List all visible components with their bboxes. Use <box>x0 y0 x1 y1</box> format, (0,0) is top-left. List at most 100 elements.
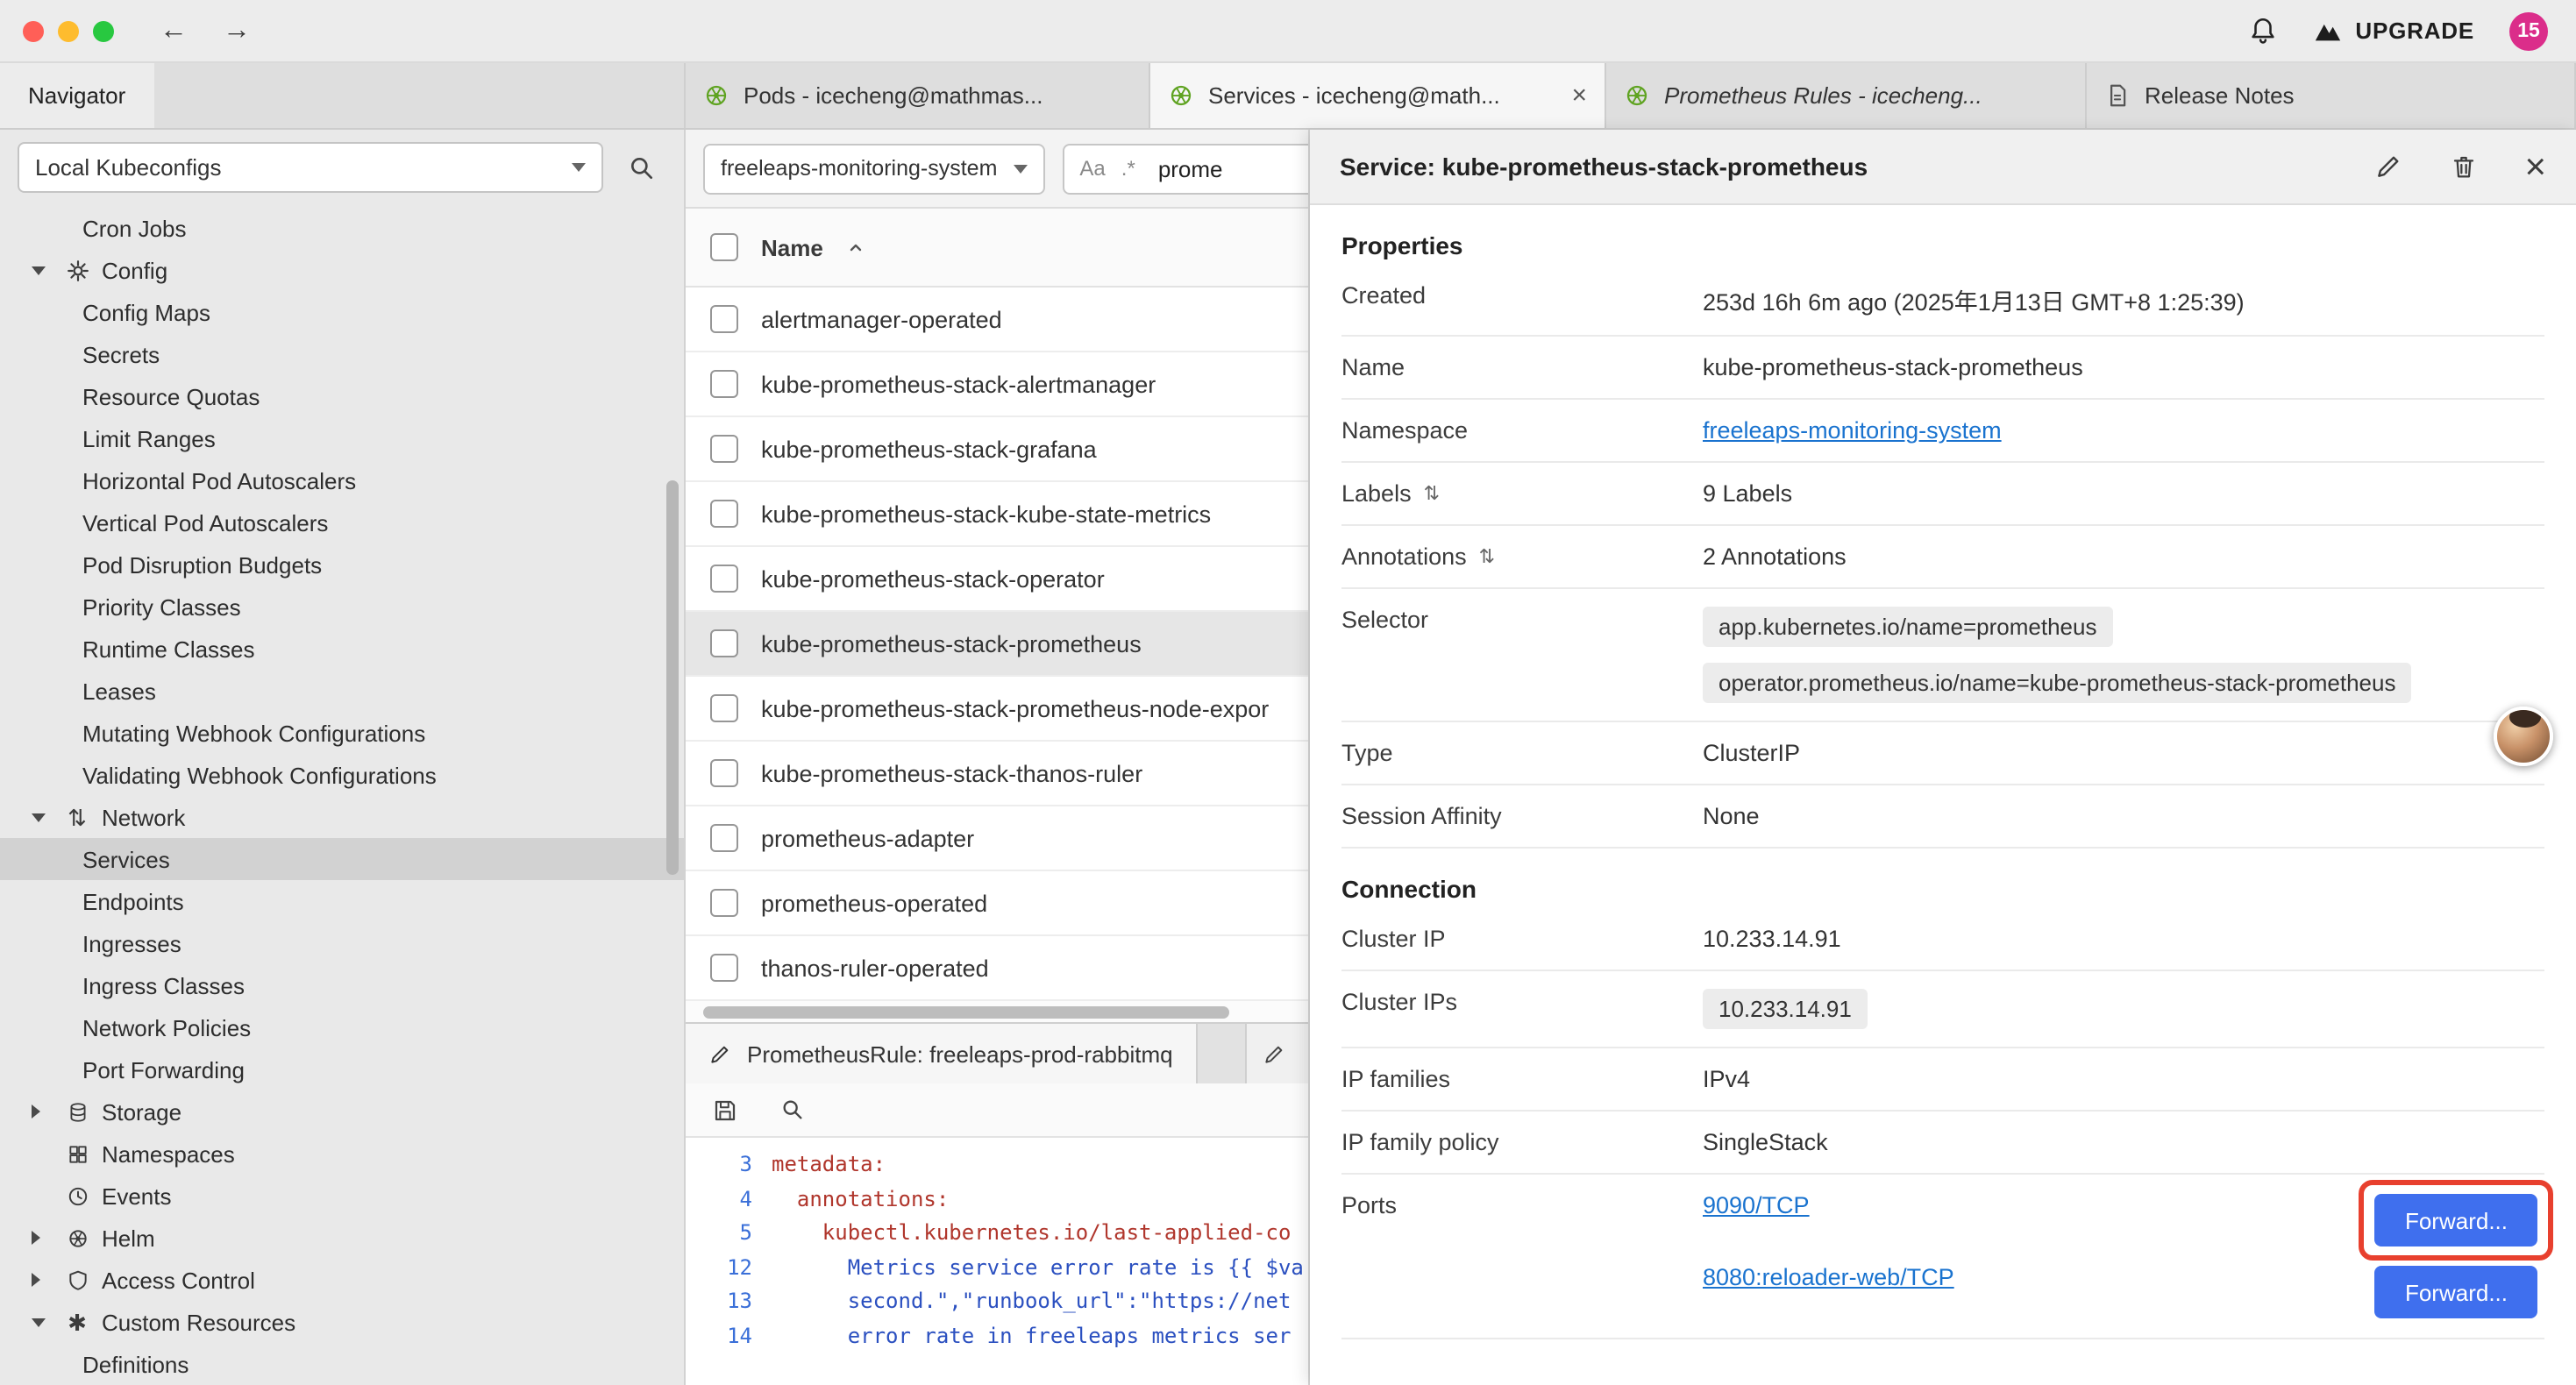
sidebar-item-endpoints[interactable]: Endpoints <box>0 880 684 922</box>
table-row[interactable]: kube-prometheus-stack-operator <box>686 547 1308 612</box>
sidebar-item-events[interactable]: Events <box>0 1175 684 1217</box>
forward-button[interactable]: Forward... <box>2375 1194 2537 1246</box>
table-row[interactable]: prometheus-operated <box>686 871 1308 936</box>
row-checkbox[interactable] <box>710 694 738 722</box>
namespace-select[interactable]: freeleaps-monitoring-system <box>703 143 1044 194</box>
trash-icon[interactable] <box>2449 153 2477 181</box>
property-row-annotations: Annotations ⇅ 2 Annotations <box>1341 526 2544 589</box>
maximize-window-button[interactable] <box>93 20 114 41</box>
sidebar-item-ingress-classes[interactable]: Ingress Classes <box>0 964 684 1006</box>
table-row[interactable]: kube-prometheus-stack-kube-state-metrics <box>686 482 1308 547</box>
table-row[interactable]: kube-prometheus-stack-prometheus-node-ex… <box>686 677 1308 742</box>
expand-toggle-icon[interactable]: ⇅ <box>1479 545 1495 568</box>
drawer-body: Properties Created 253d 16h 6m ago (2025… <box>1310 205 2576 1385</box>
forward-button[interactable]: Forward... <box>2375 1266 2537 1318</box>
bell-icon[interactable] <box>2248 16 2278 46</box>
row-checkbox[interactable] <box>710 889 738 917</box>
match-case-toggle[interactable]: Aa <box>1079 156 1105 181</box>
magnifier-icon[interactable] <box>780 1097 805 1122</box>
floppy-disk-icon[interactable] <box>712 1097 738 1123</box>
sidebar-item-services[interactable]: Services <box>0 838 684 880</box>
row-checkbox[interactable] <box>710 824 738 852</box>
regex-toggle[interactable]: .* <box>1121 156 1135 181</box>
dock-toolbar <box>686 1083 1308 1138</box>
search-query: prome <box>1158 155 1223 181</box>
row-checkbox[interactable] <box>710 759 738 787</box>
table-row[interactable]: kube-prometheus-stack-grafana <box>686 417 1308 482</box>
expand-toggle-icon[interactable]: ⇅ <box>1424 482 1440 505</box>
column-name[interactable]: Name <box>761 234 823 260</box>
sidebar-item-resource-quotas[interactable]: Resource Quotas <box>0 375 684 417</box>
minimize-window-button[interactable] <box>58 20 79 41</box>
upgrade-button[interactable]: UPGRADE <box>2313 16 2474 46</box>
tab-services[interactable]: Services - icecheng@math... × <box>1150 63 1606 128</box>
table-row[interactable]: kube-prometheus-stack-alertmanager <box>686 352 1308 417</box>
document-icon <box>2104 82 2131 109</box>
sidebar-scrollbar[interactable] <box>666 480 679 875</box>
row-checkbox[interactable] <box>710 500 738 528</box>
sidebar-item-ingresses[interactable]: Ingresses <box>0 922 684 964</box>
close-icon[interactable]: × <box>2524 148 2546 185</box>
avatar[interactable] <box>2494 707 2553 766</box>
sidebar-item-runtime-classes[interactable]: Runtime Classes <box>0 628 684 670</box>
database-icon <box>60 1100 95 1123</box>
sidebar-item-secrets[interactable]: Secrets <box>0 333 684 375</box>
sidebar-item-config-maps[interactable]: Config Maps <box>0 291 684 333</box>
search-input[interactable]: Aa .* prome <box>1062 143 1310 194</box>
select-all-checkbox[interactable] <box>710 233 738 261</box>
sidebar-item-storage[interactable]: Storage <box>0 1090 684 1133</box>
sidebar-item-port-forwarding[interactable]: Port Forwarding <box>0 1048 684 1090</box>
table-row-selected[interactable]: kube-prometheus-stack-prometheus <box>686 612 1308 677</box>
sidebar-item-config[interactable]: Config <box>0 249 684 291</box>
sidebar-item-limit-ranges[interactable]: Limit Ranges <box>0 417 684 459</box>
kubeconfig-select[interactable]: Local Kubeconfigs <box>18 142 603 193</box>
grid-icon <box>60 1142 95 1165</box>
sidebar-item-namespaces[interactable]: Namespaces <box>0 1133 684 1175</box>
sidebar-item-pod-disruption-budgets[interactable]: Pod Disruption Budgets <box>0 543 684 586</box>
table-row[interactable]: prometheus-adapter <box>686 806 1308 871</box>
pencil-icon[interactable] <box>2373 153 2402 181</box>
row-checkbox[interactable] <box>710 435 738 463</box>
tab-pods[interactable]: Pods - icecheng@mathmas... <box>686 63 1150 128</box>
sidebar-item-leases[interactable]: Leases <box>0 670 684 712</box>
yaml-editor[interactable]: 3metadata: 4 annotations: 5 kubectl.kube… <box>686 1138 1308 1385</box>
row-checkbox[interactable] <box>710 565 738 593</box>
property-row-name: Name kube-prometheus-stack-prometheus <box>1341 337 2544 400</box>
forward-arrow-icon[interactable]: → <box>223 17 251 45</box>
close-window-button[interactable] <box>23 20 44 41</box>
port-link[interactable]: 8080:reloader-web/TCP <box>1703 1264 1954 1290</box>
sidebar-item-validating-webhook-configurations[interactable]: Validating Webhook Configurations <box>0 754 684 796</box>
table-row[interactable]: alertmanager-operated <box>686 288 1308 352</box>
table-row[interactable]: thanos-ruler-operated <box>686 936 1308 1001</box>
sidebar-item-helm[interactable]: Helm <box>0 1217 684 1259</box>
sidebar-item-access-control[interactable]: Access Control <box>0 1259 684 1301</box>
horizontal-scrollbar[interactable] <box>686 1001 1308 1022</box>
chevron-up-icon[interactable] <box>846 237 867 258</box>
row-checkbox[interactable] <box>710 954 738 982</box>
notification-badge[interactable]: 15 <box>2509 11 2548 50</box>
search-icon[interactable] <box>617 153 666 181</box>
sidebar-item-horizontal-pod-autoscalers[interactable]: Horizontal Pod Autoscalers <box>0 459 684 501</box>
back-arrow-icon[interactable]: ← <box>160 17 188 45</box>
port-line: 9090/TCP Forward... <box>1703 1192 2544 1248</box>
scrollbar-thumb[interactable] <box>703 1005 1229 1018</box>
sidebar-item-cron-jobs[interactable]: Cron Jobs <box>0 207 684 249</box>
tab-release-notes[interactable]: Release Notes <box>2087 63 2576 128</box>
sidebar-item-network[interactable]: ⇅ Network <box>0 796 684 838</box>
row-checkbox[interactable] <box>710 629 738 657</box>
close-tab-icon[interactable]: × <box>1557 81 1587 110</box>
sidebar-item-custom-resources[interactable]: ✱ Custom Resources <box>0 1301 684 1343</box>
row-checkbox[interactable] <box>710 370 738 398</box>
dock-tab-prometheusrule[interactable]: PrometheusRule: freeleaps-prod-rabbitmq <box>686 1024 1198 1083</box>
port-link[interactable]: 9090/TCP <box>1703 1192 1810 1218</box>
dock-tab-partial[interactable] <box>1245 1024 1308 1083</box>
sidebar-item-mutating-webhook-configurations[interactable]: Mutating Webhook Configurations <box>0 712 684 754</box>
sidebar-item-priority-classes[interactable]: Priority Classes <box>0 586 684 628</box>
sidebar-item-definitions[interactable]: Definitions <box>0 1343 684 1385</box>
row-checkbox[interactable] <box>710 305 738 333</box>
sidebar-item-network-policies[interactable]: Network Policies <box>0 1006 684 1048</box>
table-row[interactable]: kube-prometheus-stack-thanos-ruler <box>686 742 1308 806</box>
sidebar-item-vertical-pod-autoscalers[interactable]: Vertical Pod Autoscalers <box>0 501 684 543</box>
tab-prometheus-rules[interactable]: Prometheus Rules - icecheng... <box>1606 63 2087 128</box>
namespace-link[interactable]: freeleaps-monitoring-system <box>1703 417 2002 444</box>
